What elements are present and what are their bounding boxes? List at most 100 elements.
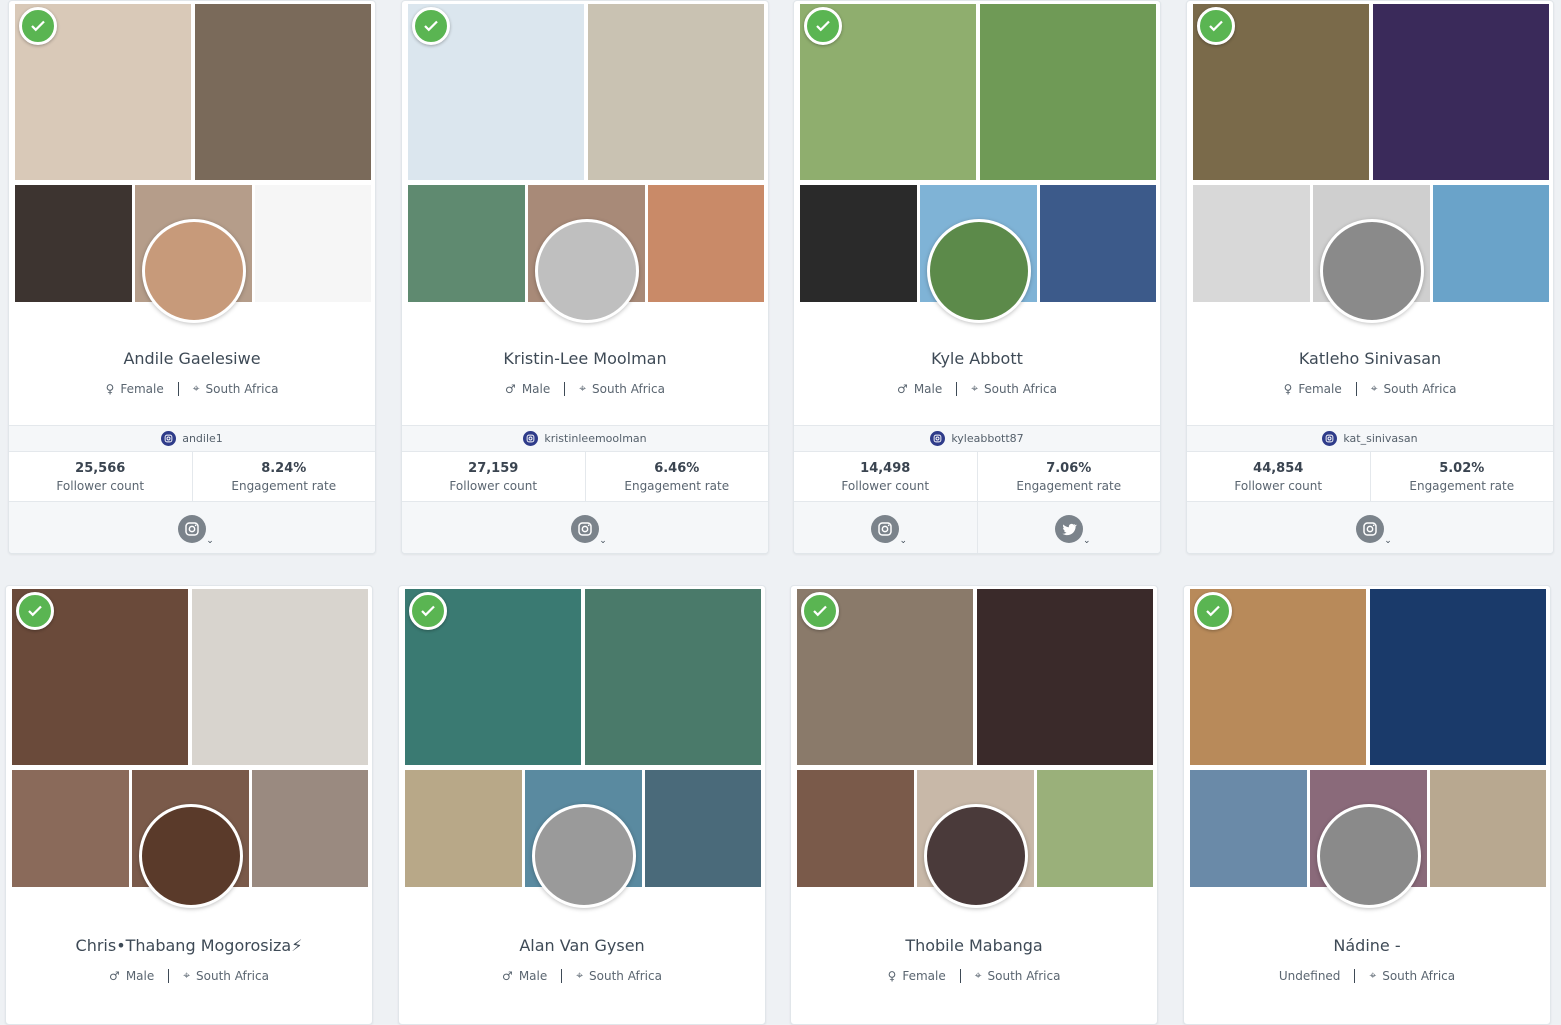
engagement-stat: 8.24% Engagement rate (191, 452, 376, 501)
instagram-dropdown[interactable]: ⌄ (794, 502, 977, 553)
chevron-down-icon: ⌄ (1082, 535, 1091, 546)
instagram-icon (161, 431, 177, 446)
influencer-meta: ♂ Male ⌖ South Africa (6, 968, 372, 983)
location-pin-icon: ⌖ (192, 381, 200, 395)
influencer-name[interactable]: Kyle Abbott (794, 349, 1160, 368)
country-label: South Africa (1383, 381, 1457, 396)
instagram-icon (178, 514, 206, 543)
influencer-name[interactable]: Alan Van Gysen (399, 936, 765, 955)
influencer-name[interactable]: Katleho Sinivasan (1187, 349, 1553, 368)
location-pin-icon: ⌖ (1370, 381, 1378, 395)
divider (1354, 968, 1356, 983)
influencer-card[interactable]: Alan Van Gysen ♂ Male ⌖ South Africa (398, 585, 766, 1025)
post-photo (405, 770, 522, 887)
influencer-meta: ♀ Female ⌖ South Africa (9, 381, 375, 396)
social-accounts: ⌄ (402, 502, 768, 553)
instagram-dropdown[interactable]: ⌄ (9, 502, 375, 553)
instagram-handle[interactable]: kristinleemoolman (402, 425, 768, 452)
twitter-icon (1054, 514, 1083, 543)
avatar[interactable] (927, 219, 1031, 323)
post-photo (645, 770, 761, 887)
gender-icon: ♂ (897, 381, 908, 396)
avatar[interactable] (1320, 219, 1424, 323)
location-pin-icon: ⌖ (974, 968, 982, 982)
avatar[interactable] (139, 804, 243, 908)
engagement-rate-value: 5.02% (1439, 461, 1485, 476)
influencer-card[interactable]: Nádine - Undefined ⌖ South Africa (1183, 585, 1551, 1025)
follower-count-value: 14,498 (860, 461, 911, 476)
location-pin-icon: ⌖ (576, 968, 584, 982)
avatar[interactable] (532, 804, 636, 908)
avatar[interactable] (535, 219, 639, 323)
post-photo (800, 185, 917, 302)
instagram-dropdown[interactable]: ⌄ (1187, 502, 1553, 553)
social-accounts: ⌄ (1187, 502, 1553, 553)
influencer-card[interactable]: Andile Gaelesiwe ♀ Female ⌖ South Africa a… (8, 0, 376, 554)
influencer-card[interactable]: Chris•Thabang Mogorosiza⚡ ♂ Male ⌖ South A… (5, 585, 373, 1025)
follower-stat: 25,566 Follower count (9, 452, 192, 501)
country-label: South Africa (589, 968, 662, 983)
chevron-down-icon: ⌄ (206, 535, 214, 546)
instagram-handle[interactable]: kyleabbott87 (794, 425, 1160, 452)
influencer-name[interactable]: Nádine - (1184, 936, 1550, 955)
gender-label: Male (521, 381, 551, 396)
engagement-rate-label: Engagement rate (1016, 479, 1122, 493)
gender-icon: ♂ (502, 968, 513, 983)
instagram-handle[interactable]: andile1 (9, 425, 375, 452)
avatar[interactable] (1317, 804, 1421, 908)
follower-stat: 27,159 Follower count (402, 452, 585, 501)
engagement-rate-label: Engagement rate (624, 479, 730, 493)
influencer-card[interactable]: Kyle Abbott ♂ Male ⌖ South Africa kyleabbo… (793, 0, 1161, 554)
country-label: South Africa (196, 968, 269, 983)
engagement-stat: 7.06% Engagement rate (976, 452, 1161, 501)
engagement-rate-label: Engagement rate (231, 479, 337, 493)
gender-icon: ♂ (109, 968, 120, 983)
stats-row: 14,498 Follower count 7.06% Engagement rat… (794, 452, 1160, 502)
influencer-name[interactable]: Kristin-Lee Moolman (402, 349, 768, 368)
chevron-down-icon: ⌄ (1384, 535, 1392, 546)
post-photo (1373, 4, 1549, 180)
verified-check-icon (409, 592, 447, 630)
handle-text: kyleabbott87 (951, 432, 1024, 445)
avatar[interactable] (142, 219, 246, 323)
country-label: South Africa (1382, 968, 1456, 983)
avatar[interactable] (924, 804, 1028, 908)
divider (564, 381, 566, 396)
post-photo (195, 4, 371, 180)
post-photo (252, 770, 368, 887)
post-photo (588, 4, 764, 180)
instagram-icon (1322, 431, 1338, 446)
divider (168, 968, 170, 983)
social-accounts: ⌄ ⌄ (794, 502, 1161, 553)
instagram-icon (1356, 514, 1384, 543)
post-photo (192, 589, 368, 765)
influencer-card[interactable]: Thobile Mabanga ♀ Female ⌖ South Africa (790, 585, 1158, 1025)
country-label: South Africa (592, 381, 665, 396)
social-accounts: ⌄ (9, 502, 375, 553)
influencer-meta: ♂ Male ⌖ South Africa (402, 381, 768, 396)
verified-check-icon (19, 7, 57, 45)
gender-label: Male (913, 381, 943, 396)
influencer-card[interactable]: Kristin-Lee Moolman ♂ Male ⌖ South Africa … (401, 0, 769, 554)
divider (1355, 381, 1357, 396)
gender-label: Undefined (1278, 968, 1341, 983)
follower-count-label: Follower count (56, 479, 145, 493)
influencer-card[interactable]: Katleho Sinivasan ♀ Female ⌖ South Africa … (1186, 0, 1554, 554)
gender-icon: ♀ (887, 968, 897, 983)
instagram-dropdown[interactable]: ⌄ (402, 502, 768, 553)
instagram-handle[interactable]: kat_sinivasan (1187, 425, 1553, 452)
influencer-name[interactable]: Thobile Mabanga (791, 936, 1157, 955)
post-photo (648, 185, 764, 302)
country-label: South Africa (984, 381, 1057, 396)
influencer-name[interactable]: Andile Gaelesiwe (9, 349, 375, 368)
instagram-icon (871, 514, 900, 543)
verified-check-icon (1194, 592, 1232, 630)
twitter-dropdown[interactable]: ⌄ (976, 502, 1161, 553)
gender-label: Female (120, 381, 164, 396)
verified-check-icon (1197, 7, 1235, 45)
location-pin-icon: ⌖ (579, 381, 587, 395)
gender-label: Male (125, 968, 155, 983)
post-photo (1190, 770, 1307, 887)
post-photo (1370, 589, 1546, 765)
influencer-name[interactable]: Chris•Thabang Mogorosiza⚡ (6, 936, 372, 955)
